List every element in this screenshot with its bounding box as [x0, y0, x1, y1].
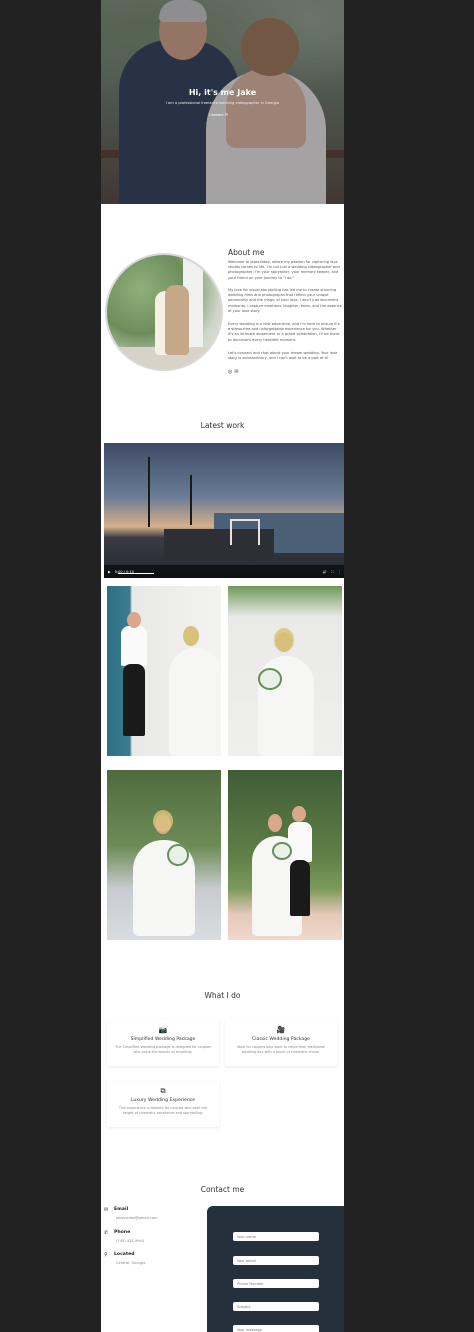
video-wedding-arch	[230, 519, 260, 545]
about-photo-groom	[165, 285, 189, 355]
bride-head	[268, 814, 282, 832]
bride-dress	[169, 648, 221, 756]
service-card[interactable]: ⧉ Luxury Wedding Experience This experie…	[107, 1081, 219, 1127]
service-title: Classic Wedding Package	[252, 1037, 310, 1042]
contact-value[interactable]: jakesvideo@gmail.com	[116, 1216, 157, 1220]
instagram-icon[interactable]: ◎	[228, 369, 232, 375]
volume-icon[interactable]: 🔊	[323, 570, 327, 574]
location-pin-icon: ⚲	[104, 1252, 108, 1258]
contact-value[interactable]: (740) 424-9940	[116, 1239, 144, 1243]
contact-value: Central, Georgia	[116, 1261, 146, 1265]
video-camera-icon: 🎥	[276, 1026, 286, 1034]
play-icon[interactable]: ▶	[108, 570, 111, 574]
video-controls: ▶ 0:00 / 0:14 🔊 ⛶ ⋮	[104, 565, 344, 578]
service-description: Ideal for couples who want to relive the…	[237, 1045, 325, 1054]
groom-jacket	[121, 626, 147, 666]
bouquet	[167, 844, 189, 866]
fullscreen-icon[interactable]: ⛶	[331, 570, 333, 574]
services-title: What I do	[204, 991, 241, 1000]
contact-label: Phone	[114, 1230, 131, 1235]
groom-head	[127, 612, 141, 628]
bride-hair	[183, 626, 199, 646]
phone-input[interactable]	[233, 1279, 319, 1288]
hero-section: Hi, it's me Jake I am a professional fre…	[101, 0, 344, 204]
contact-title: Contact me	[200, 1185, 245, 1194]
about-paragraph: Welcome to JakesVideo, where my passion …	[228, 260, 340, 280]
gallery-photo[interactable]	[107, 586, 221, 756]
bride-hair	[274, 628, 294, 652]
service-card[interactable]: 📷 Simplified Wedding Package The Simplif…	[107, 1020, 219, 1066]
contact-label: Email	[114, 1207, 129, 1212]
service-title: Simplified Wedding Package	[130, 1037, 196, 1042]
more-options-icon[interactable]: ⋮	[338, 570, 342, 574]
bride-hair	[153, 810, 173, 832]
groom-pants	[290, 860, 310, 916]
gallery-photo[interactable]	[107, 770, 221, 940]
about-paragraph: Every wedding is a new adventure, and I'…	[228, 322, 340, 342]
email-input[interactable]	[233, 1256, 319, 1265]
hero-subtitle: I am a professional freelance wedding vi…	[165, 101, 280, 105]
about-paragraph: My love for visual storytelling has led …	[228, 288, 342, 313]
gallery-photo[interactable]	[228, 770, 342, 940]
groom-pants	[123, 664, 145, 736]
message-input[interactable]	[233, 1325, 319, 1332]
sitemap-icon: ⧉	[160, 1087, 166, 1095]
camera-icon: 📷	[158, 1026, 168, 1034]
social-links: ◎ ✉	[228, 369, 239, 375]
groom-head	[292, 806, 306, 822]
latest-work-title: Latest work	[200, 421, 245, 430]
video-light-pole	[148, 457, 150, 527]
service-title: Luxury Wedding Experience	[130, 1098, 196, 1103]
about-paragraph: Let's connect and chat about your dream …	[228, 351, 338, 361]
service-card[interactable]: 🎥 Classic Wedding Package Ideal for coup…	[225, 1020, 337, 1066]
video-player[interactable]: ▶ 0:00 / 0:14 🔊 ⛶ ⋮	[104, 443, 344, 578]
service-description: The Simplified Wedding package is design…	[115, 1045, 211, 1054]
contact-label: Located	[114, 1252, 135, 1257]
name-input[interactable]	[233, 1232, 319, 1241]
service-description: This experience is tailored for couples …	[118, 1106, 208, 1115]
hero-contact-link[interactable]: Contact ✉	[209, 112, 228, 117]
page: Hi, it's me Jake I am a professional fre…	[101, 0, 344, 1332]
gallery-photo[interactable]	[228, 586, 342, 756]
video-progress-bar[interactable]	[118, 573, 154, 574]
email-icon[interactable]: ✉	[234, 369, 238, 375]
phone-icon: ✆	[104, 1230, 109, 1236]
about-title: About me	[228, 248, 265, 257]
bouquet	[258, 668, 282, 690]
hero-title: Hi, it's me Jake	[188, 88, 257, 97]
groom-jacket	[288, 822, 312, 862]
video-light-pole	[190, 475, 192, 525]
about-photo	[105, 253, 223, 371]
bouquet	[272, 842, 292, 860]
subject-input[interactable]	[233, 1302, 319, 1311]
contact-form	[207, 1206, 344, 1332]
envelope-icon: ✉	[104, 1207, 109, 1213]
